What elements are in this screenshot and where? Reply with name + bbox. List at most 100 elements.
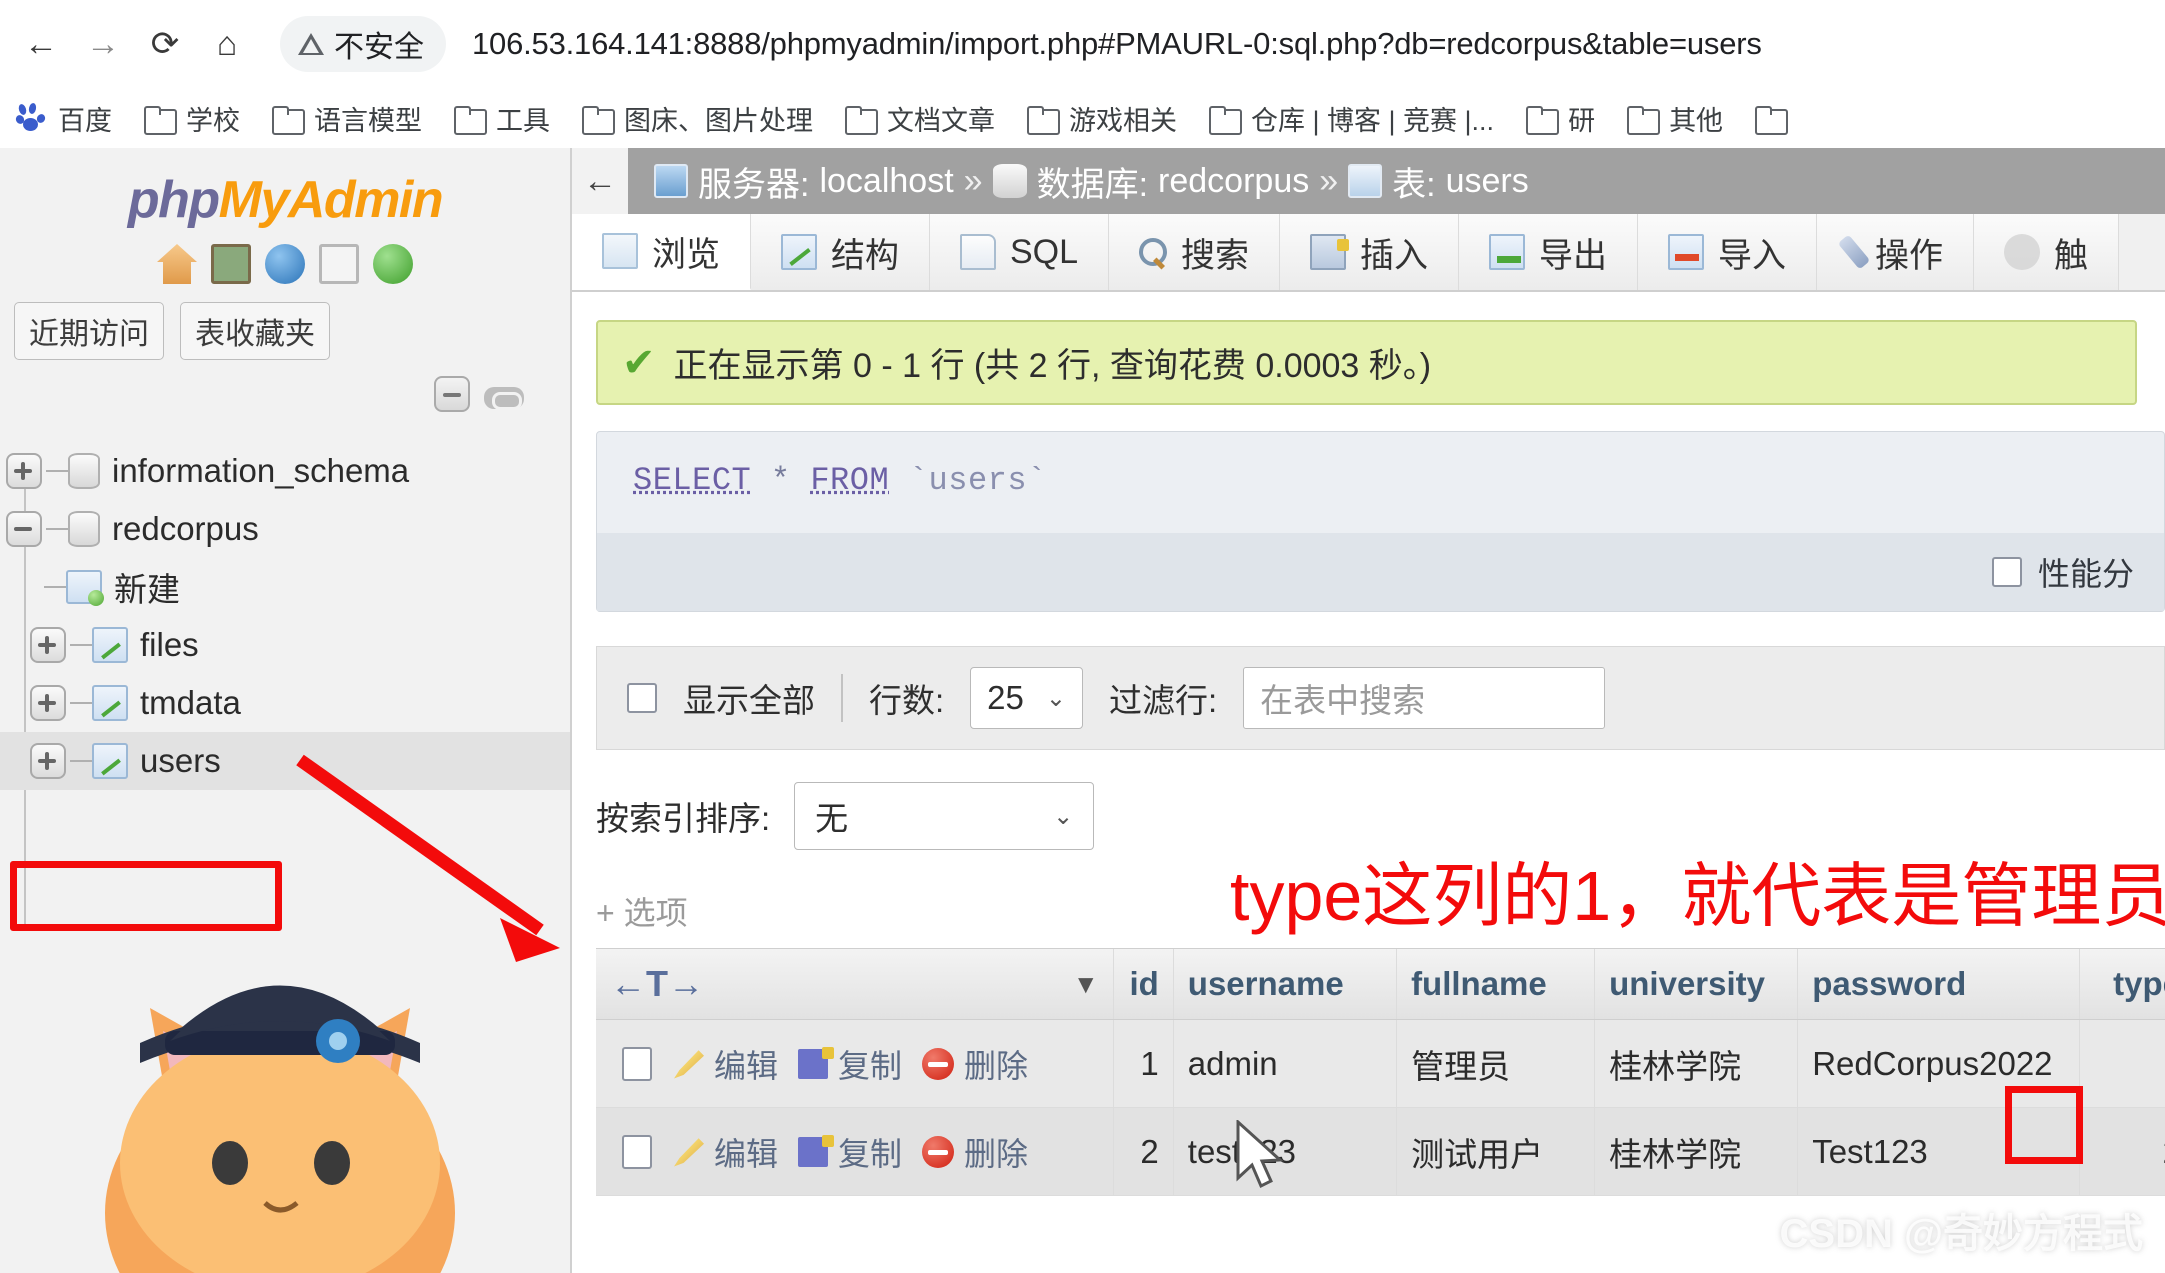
row-select-checkbox[interactable]	[622, 1135, 652, 1169]
bookmark-gongju[interactable]: 工具	[438, 94, 566, 142]
expand-plus-icon[interactable]	[6, 453, 42, 489]
bookmark-overflow[interactable]	[1739, 94, 1801, 142]
link-tables-icon[interactable]	[484, 387, 524, 409]
collapse-minus-icon[interactable]	[6, 511, 42, 547]
collapse-all-icon[interactable]	[434, 376, 470, 412]
server-icon	[654, 164, 688, 198]
tab-operations[interactable]: 操作	[1817, 214, 1974, 290]
tab-structure[interactable]: 结构	[751, 214, 930, 290]
table-row[interactable]: 编辑 复制 删除 1 admin 管理员 桂林学院 RedCorpus2022	[596, 1020, 2165, 1108]
column-header-password[interactable]: password	[1798, 949, 2080, 1019]
tree-connector	[44, 586, 66, 588]
filter-rows-input[interactable]: 在表中搜索	[1243, 667, 1605, 729]
expand-plus-icon[interactable]	[30, 743, 66, 779]
options-toggle-link[interactable]: + 选项	[596, 888, 2165, 934]
database-icon	[68, 453, 100, 489]
column-header-username[interactable]: username	[1174, 949, 1397, 1019]
tab-triggers[interactable]: 触	[1974, 214, 2119, 290]
edit-action[interactable]: 编辑	[674, 1129, 778, 1175]
column-header-fullname[interactable]: fullname	[1397, 949, 1595, 1019]
table-icon	[92, 743, 128, 779]
sort-by-index-value: 无	[815, 792, 848, 840]
row-actions: 编辑 复制 删除	[596, 1020, 1114, 1107]
bookmark-youxi[interactable]: 游戏相关	[1011, 94, 1193, 142]
tree-item-information-schema[interactable]: information_schema	[0, 442, 570, 500]
back-icon[interactable]: ←	[14, 17, 68, 71]
tab-sql[interactable]: SQL	[930, 214, 1109, 290]
bookmark-yan[interactable]: 研	[1510, 94, 1611, 142]
phpmyadmin-sidebar: phpMyAdmin 近期访问 表收藏夹 information_schema	[0, 148, 572, 1273]
tree-connector	[46, 528, 68, 530]
bookmark-qita[interactable]: 其他	[1611, 94, 1739, 142]
url-text[interactable]: 106.53.164.141:8888/phpmyadmin/import.ph…	[472, 26, 1762, 62]
home-icon[interactable]	[157, 244, 197, 284]
column-header-type[interactable]: type	[2080, 949, 2165, 1019]
performance-checkbox[interactable]	[1992, 557, 2022, 587]
bookmark-baidu[interactable]: 百度	[0, 94, 128, 142]
delete-action[interactable]: 删除	[922, 1041, 1028, 1087]
help-icon[interactable]	[265, 244, 305, 284]
bookmark-label: 其他	[1669, 99, 1723, 138]
panel-back-icon[interactable]: ←	[572, 148, 628, 214]
row-select-checkbox[interactable]	[622, 1047, 652, 1081]
folder-icon	[1526, 106, 1556, 131]
sql-query-text[interactable]: SELECT * FROM `users`	[633, 462, 2128, 533]
refresh-icon[interactable]	[373, 244, 413, 284]
phpmyadmin-logo[interactable]: phpMyAdmin	[0, 170, 570, 230]
rows-count-select[interactable]: 25 ⌄	[970, 667, 1083, 729]
docs-icon[interactable]	[319, 244, 359, 284]
tab-label: 触	[2054, 228, 2088, 277]
chevron-down-icon[interactable]: ▼	[1073, 969, 1099, 1000]
site-security-chip[interactable]: 不安全	[280, 16, 446, 72]
bookmark-tuchuang[interactable]: 图床、图片处理	[566, 94, 829, 142]
main-tabs: 浏览 结构 SQL 搜索 插入 导出 导入 操作 触	[572, 214, 2165, 292]
breadcrumb-table-value[interactable]: users	[1446, 162, 1529, 201]
tab-label: 结构	[831, 228, 899, 277]
browse-options-row: 显示全部 行数: 25 ⌄ 过滤行: 在表中搜索	[596, 646, 2165, 750]
copy-action[interactable]: 复制	[798, 1041, 902, 1087]
tree-item-files[interactable]: files	[0, 616, 570, 674]
tab-search[interactable]: 搜索	[1109, 214, 1280, 290]
breadcrumb-db-value[interactable]: redcorpus	[1158, 162, 1309, 201]
rows-count-value: 25	[987, 679, 1024, 717]
database-tree: information_schema redcorpus 新建 files tm…	[0, 442, 570, 790]
expand-plus-icon[interactable]	[30, 685, 66, 721]
bookmark-yuyanmoxing[interactable]: 语言模型	[256, 94, 438, 142]
sql-icon	[960, 234, 996, 270]
tab-browse[interactable]: 浏览	[572, 214, 751, 290]
tree-connector	[70, 702, 92, 704]
bookmark-xuexiao[interactable]: 学校	[128, 94, 256, 142]
tab-recent[interactable]: 近期访问	[14, 302, 164, 360]
reload-icon[interactable]: ⟳	[138, 17, 192, 71]
cell-university: 桂林学院	[1595, 1108, 1798, 1195]
logout-icon[interactable]	[211, 244, 251, 284]
tree-item-tmdata[interactable]: tmdata	[0, 674, 570, 732]
edit-action[interactable]: 编辑	[674, 1041, 778, 1087]
copy-action[interactable]: 复制	[798, 1129, 902, 1175]
tree-item-users[interactable]: users	[0, 732, 570, 790]
expand-plus-icon[interactable]	[30, 627, 66, 663]
tab-export[interactable]: 导出	[1459, 214, 1638, 290]
sort-direction-icon[interactable]: ←T→	[610, 963, 704, 1005]
bookmark-wendang[interactable]: 文档文章	[829, 94, 1011, 142]
tab-label: 插入	[1360, 228, 1428, 277]
column-header-id[interactable]: id	[1114, 949, 1174, 1019]
tab-favorites[interactable]: 表收藏夹	[180, 302, 330, 360]
delete-action[interactable]: 删除	[922, 1129, 1028, 1175]
tab-import[interactable]: 导入	[1638, 214, 1817, 290]
sort-by-index-row: 按索引排序: 无 ⌄	[596, 782, 2165, 850]
chevron-down-icon: ⌄	[1053, 802, 1073, 831]
breadcrumb-server-value[interactable]: localhost	[819, 162, 953, 201]
show-all-checkbox[interactable]	[627, 683, 657, 713]
home-icon[interactable]: ⌂	[200, 17, 254, 71]
sort-by-index-select[interactable]: 无 ⌄	[794, 782, 1094, 850]
forward-icon[interactable]: →	[76, 17, 130, 71]
tree-item-redcorpus[interactable]: redcorpus	[0, 500, 570, 558]
column-header-university[interactable]: university	[1595, 949, 1798, 1019]
tree-item-new-table[interactable]: 新建	[0, 558, 570, 616]
address-bar[interactable]: 不安全 106.53.164.141:8888/phpmyadmin/impor…	[280, 14, 2155, 74]
table-row[interactable]: 编辑 复制 删除 2 test123 测试用户 桂林学院 Test123	[596, 1108, 2165, 1196]
tree-item-label: tmdata	[140, 684, 241, 722]
bookmark-cangku[interactable]: 仓库 | 博客 | 竞赛 |...	[1193, 94, 1510, 142]
tab-insert[interactable]: 插入	[1280, 214, 1459, 290]
